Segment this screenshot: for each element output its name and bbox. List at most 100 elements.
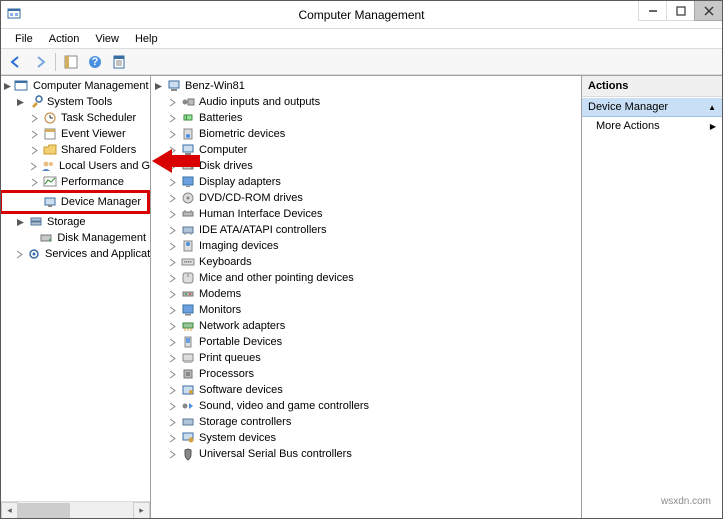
device-category[interactable]: Computer <box>151 142 581 158</box>
expand-icon[interactable] <box>167 353 178 364</box>
device-category[interactable]: Imaging devices <box>151 238 581 254</box>
device-category[interactable]: Batteries <box>151 110 581 126</box>
watermark: wsxdn.com <box>661 496 711 507</box>
device-category[interactable]: Sound, video and game controllers <box>151 398 581 414</box>
device-category[interactable]: DVD/CD-ROM drives <box>151 190 581 206</box>
scroll-right-button[interactable]: ▸ <box>133 502 150 519</box>
device-category[interactable]: Software devices <box>151 382 581 398</box>
scroll-left-button[interactable]: ◂ <box>1 502 18 519</box>
expand-icon[interactable] <box>167 369 178 380</box>
expand-icon[interactable] <box>29 177 40 188</box>
menu-view[interactable]: View <box>87 31 127 47</box>
tree-system-tools[interactable]: System Tools <box>1 94 150 110</box>
close-button[interactable] <box>694 1 722 21</box>
category-icon <box>180 446 196 462</box>
expand-icon[interactable] <box>167 177 178 188</box>
device-category[interactable]: System devices <box>151 430 581 446</box>
minimize-button[interactable] <box>638 1 666 21</box>
category-label: Computer <box>199 144 247 156</box>
expand-icon[interactable] <box>167 289 178 300</box>
tree-services-apps[interactable]: Services and Applications <box>1 246 150 262</box>
properties-button[interactable] <box>108 51 130 73</box>
computer-icon <box>166 78 182 94</box>
expand-icon[interactable] <box>167 433 178 444</box>
device-category[interactable]: Biometric devices <box>151 126 581 142</box>
show-hide-tree-button[interactable] <box>60 51 82 73</box>
expand-icon[interactable] <box>167 305 178 316</box>
category-label: Imaging devices <box>199 240 279 252</box>
submenu-triangle-icon: ▶ <box>710 122 716 131</box>
console-tree[interactable]: Computer Management (Local System Tools … <box>1 76 150 501</box>
device-category[interactable]: Portable Devices <box>151 334 581 350</box>
actions-header: Actions <box>582 76 722 97</box>
tree-performance[interactable]: Performance <box>1 174 150 190</box>
device-tree[interactable]: Benz-Win81 Audio inputs and outputs Batte… <box>151 76 581 518</box>
device-category[interactable]: Audio inputs and outputs <box>151 94 581 110</box>
menu-file[interactable]: File <box>7 31 41 47</box>
expand-icon[interactable] <box>167 193 178 204</box>
scroll-track[interactable] <box>18 502 133 519</box>
tree-label: Event Viewer <box>61 128 126 140</box>
device-category[interactable]: IDE ATA/ATAPI controllers <box>151 222 581 238</box>
device-category[interactable]: Storage controllers <box>151 414 581 430</box>
expand-icon[interactable] <box>167 337 178 348</box>
device-category[interactable]: Mice and other pointing devices <box>151 270 581 286</box>
nav-forward-button[interactable] <box>29 51 51 73</box>
body-panes: Computer Management (Local System Tools … <box>1 75 722 518</box>
expand-icon[interactable] <box>167 321 178 332</box>
expand-icon[interactable] <box>167 273 178 284</box>
collapse-icon[interactable] <box>3 81 12 92</box>
tree-shared-folders[interactable]: Shared Folders <box>1 142 150 158</box>
expand-icon[interactable] <box>29 161 38 172</box>
category-label: Batteries <box>199 112 242 124</box>
nav-back-button[interactable] <box>5 51 27 73</box>
category-label: Portable Devices <box>199 336 282 348</box>
expand-icon[interactable] <box>167 417 178 428</box>
menu-action[interactable]: Action <box>41 31 88 47</box>
device-category[interactable]: Display adapters <box>151 174 581 190</box>
expand-icon[interactable] <box>167 113 178 124</box>
device-category[interactable]: Disk drives <box>151 158 581 174</box>
tree-local-users[interactable]: Local Users and Groups <box>1 158 150 174</box>
device-category[interactable]: Monitors <box>151 302 581 318</box>
category-label: Processors <box>199 368 254 380</box>
menu-help[interactable]: Help <box>127 31 166 47</box>
device-category[interactable]: Network adapters <box>151 318 581 334</box>
device-category[interactable]: Modems <box>151 286 581 302</box>
expand-icon[interactable] <box>167 209 178 220</box>
tree-event-viewer[interactable]: Event Viewer <box>1 126 150 142</box>
maximize-button[interactable] <box>666 1 694 21</box>
expand-icon[interactable] <box>167 449 178 460</box>
collapse-icon[interactable] <box>15 97 26 108</box>
actions-context-title[interactable]: Device Manager ▲ <box>582 97 722 117</box>
expand-icon[interactable] <box>167 257 178 268</box>
collapse-icon[interactable] <box>153 81 164 92</box>
tree-root-computer-management[interactable]: Computer Management (Local <box>1 78 150 94</box>
left-pane-hscroll[interactable]: ◂ ▸ <box>1 501 150 518</box>
device-category[interactable]: Keyboards <box>151 254 581 270</box>
tree-device-manager[interactable]: Device Manager <box>4 194 145 210</box>
expand-icon[interactable] <box>15 249 24 260</box>
expand-icon[interactable] <box>29 145 40 156</box>
tree-task-scheduler[interactable]: Task Scheduler <box>1 110 150 126</box>
device-tree-root[interactable]: Benz-Win81 <box>151 78 581 94</box>
expand-icon[interactable] <box>167 401 178 412</box>
device-category[interactable]: Processors <box>151 366 581 382</box>
tree-disk-management[interactable]: Disk Management <box>1 230 150 246</box>
actions-more-actions[interactable]: More Actions ▶ <box>582 117 722 135</box>
tree-storage[interactable]: Storage <box>1 214 150 230</box>
expand-icon[interactable] <box>29 113 40 124</box>
scroll-thumb[interactable] <box>18 503 70 518</box>
expand-icon[interactable] <box>167 241 178 252</box>
expand-icon[interactable] <box>29 129 40 140</box>
device-category[interactable]: Print queues <box>151 350 581 366</box>
collapse-icon[interactable] <box>15 217 26 228</box>
category-label: Software devices <box>199 384 283 396</box>
expand-icon[interactable] <box>167 225 178 236</box>
expand-icon[interactable] <box>167 129 178 140</box>
help-button[interactable]: ? <box>84 51 106 73</box>
device-category[interactable]: Universal Serial Bus controllers <box>151 446 581 462</box>
expand-icon[interactable] <box>167 385 178 396</box>
device-category[interactable]: Human Interface Devices <box>151 206 581 222</box>
expand-icon[interactable] <box>167 97 178 108</box>
